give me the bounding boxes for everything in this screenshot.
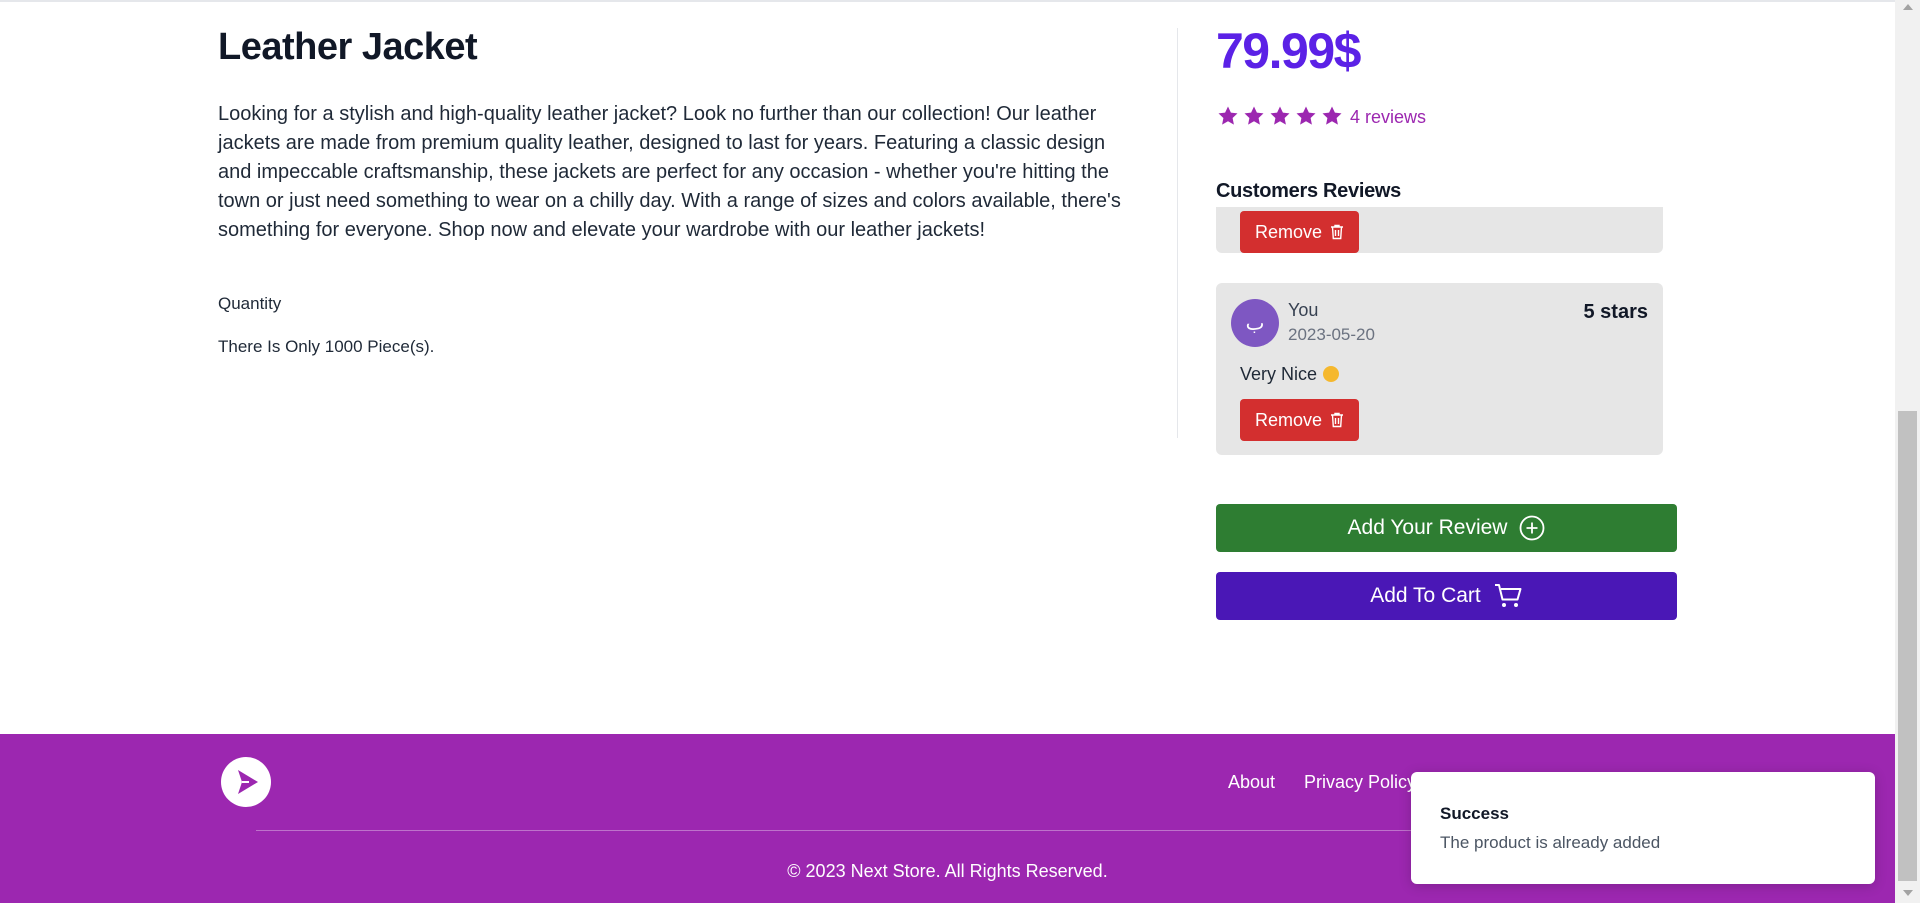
scroll-up-arrow-icon[interactable] <box>1903 4 1913 10</box>
remove-review-button[interactable]: Remove <box>1240 211 1360 253</box>
remove-button-label: Remove <box>1255 221 1323 242</box>
reviewer-name: You <box>1288 300 1319 320</box>
review-rating: 5 stars <box>1583 301 1649 323</box>
quantity-label: Quantity <box>218 294 282 313</box>
review-text: Very Nice <box>1240 364 1318 384</box>
reviews-list[interactable]: Remove ب You 2023-05-20 5 stars Very Nic… <box>1216 207 1663 457</box>
star-icon <box>1244 106 1264 125</box>
scroll-down-arrow-icon[interactable] <box>1903 890 1913 896</box>
add-to-cart-button[interactable]: Add To Cart <box>1216 572 1677 620</box>
avatar: ب <box>1231 299 1279 347</box>
column-divider <box>1177 28 1178 438</box>
product-price: 79.99$ <box>1216 23 1361 79</box>
top-border <box>0 0 1895 2</box>
plus-circle-icon <box>1520 515 1545 541</box>
add-review-label: Add Your Review <box>1347 516 1508 539</box>
trash-icon <box>1331 412 1344 428</box>
product-page: Leather Jacket Looking for a stylish and… <box>0 0 1920 903</box>
footer-link-about[interactable]: About <box>1228 772 1275 793</box>
rating-stars <box>1216 104 1344 128</box>
star-icon <box>1218 106 1238 125</box>
review-date: 2023-05-20 <box>1288 325 1375 344</box>
toast-message: The product is already added <box>1440 833 1661 852</box>
add-to-cart-label: Add To Cart <box>1370 584 1481 607</box>
page-scrollbar[interactable] <box>1895 0 1920 903</box>
product-description: Looking for a stylish and high-quality l… <box>218 103 1121 241</box>
remove-review-button[interactable]: Remove <box>1240 399 1360 441</box>
cart-icon <box>1494 584 1522 607</box>
trash-icon <box>1331 224 1344 240</box>
star-icon <box>1270 106 1290 125</box>
scroll-thumb[interactable] <box>1898 411 1917 881</box>
review-text-row: Very Nice <box>1240 364 1340 385</box>
smile-emoji-icon <box>1323 366 1340 382</box>
toast-title: Success <box>1440 804 1509 823</box>
product-title: Leather Jacket <box>218 26 478 68</box>
stock-text: There Is Only 1000 Piece(s). <box>218 337 435 356</box>
toast-notification[interactable]: Success The product is already added <box>1411 772 1875 884</box>
add-review-button[interactable]: Add Your Review <box>1216 504 1677 552</box>
footer-link-privacy-policy[interactable]: Privacy Policy <box>1304 772 1416 793</box>
review-card: ب You 2023-05-20 5 stars Very Nice Remov… <box>1216 283 1663 455</box>
remove-button-label: Remove <box>1255 409 1323 430</box>
review-card: Remove <box>1216 207 1663 253</box>
reviews-count-link[interactable]: 4 reviews <box>1350 107 1426 128</box>
play-logo-icon[interactable] <box>221 757 271 807</box>
reviews-section-title: Customers Reviews <box>1216 180 1401 202</box>
star-icon <box>1296 106 1316 125</box>
star-icon <box>1322 106 1342 125</box>
